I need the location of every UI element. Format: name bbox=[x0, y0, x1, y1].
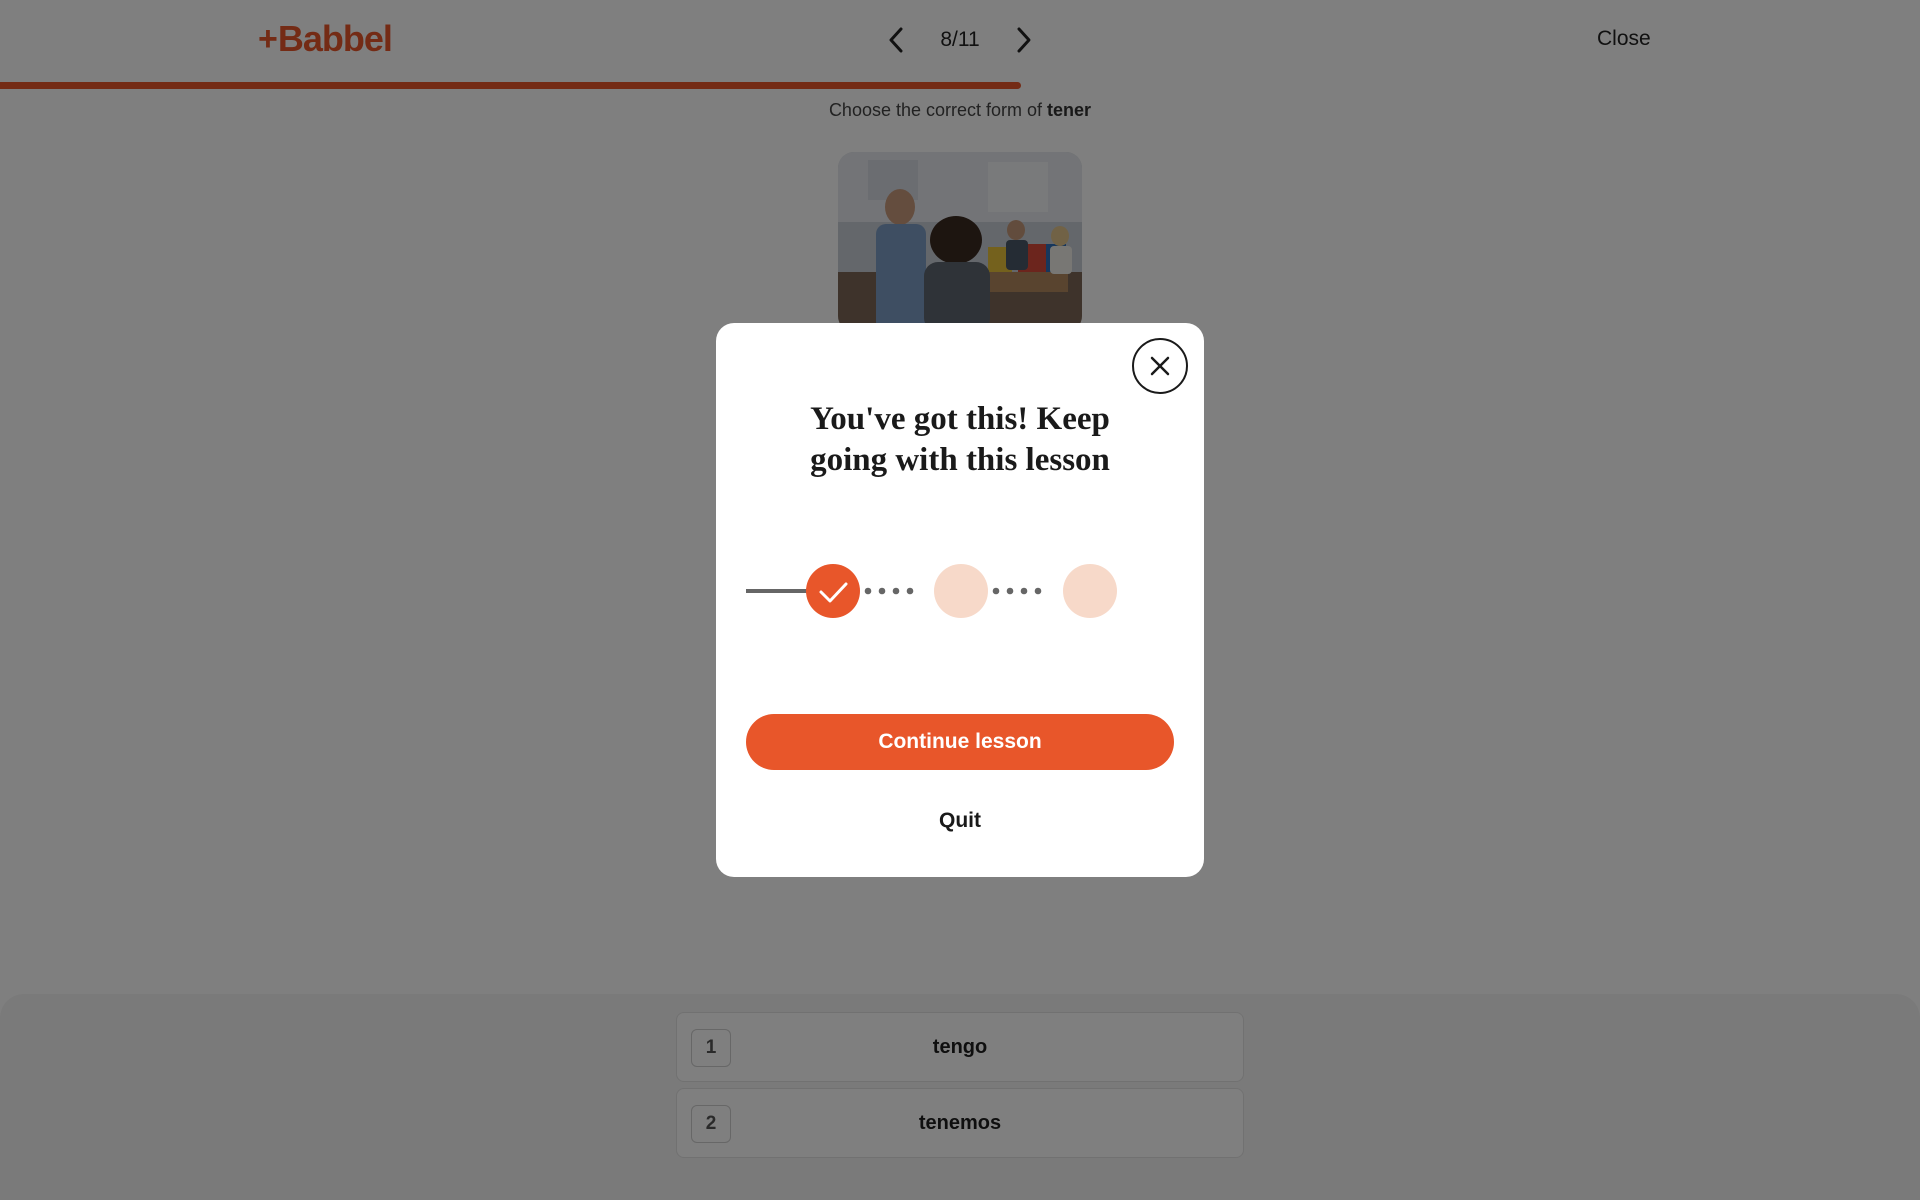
lesson-steps-indicator bbox=[746, 564, 1117, 618]
step-2-upcoming bbox=[934, 564, 988, 618]
step-3-upcoming bbox=[1063, 564, 1117, 618]
steps-dots-2 bbox=[992, 587, 1042, 595]
continue-lesson-button[interactable]: Continue lesson bbox=[746, 714, 1174, 770]
dialog-title-line-2: going with this lesson bbox=[810, 442, 1110, 478]
encouragement-dialog: You've got this! Keep going with this le… bbox=[716, 323, 1204, 877]
step-1-completed bbox=[806, 564, 860, 618]
steps-dots-1 bbox=[864, 587, 914, 595]
close-icon bbox=[1150, 356, 1170, 376]
dialog-close-button[interactable] bbox=[1132, 338, 1188, 394]
quit-button[interactable]: Quit bbox=[860, 801, 1060, 841]
dialog-title: You've got this! Keep going with this le… bbox=[756, 399, 1164, 481]
dialog-title-line-1: You've got this! Keep bbox=[810, 401, 1110, 437]
